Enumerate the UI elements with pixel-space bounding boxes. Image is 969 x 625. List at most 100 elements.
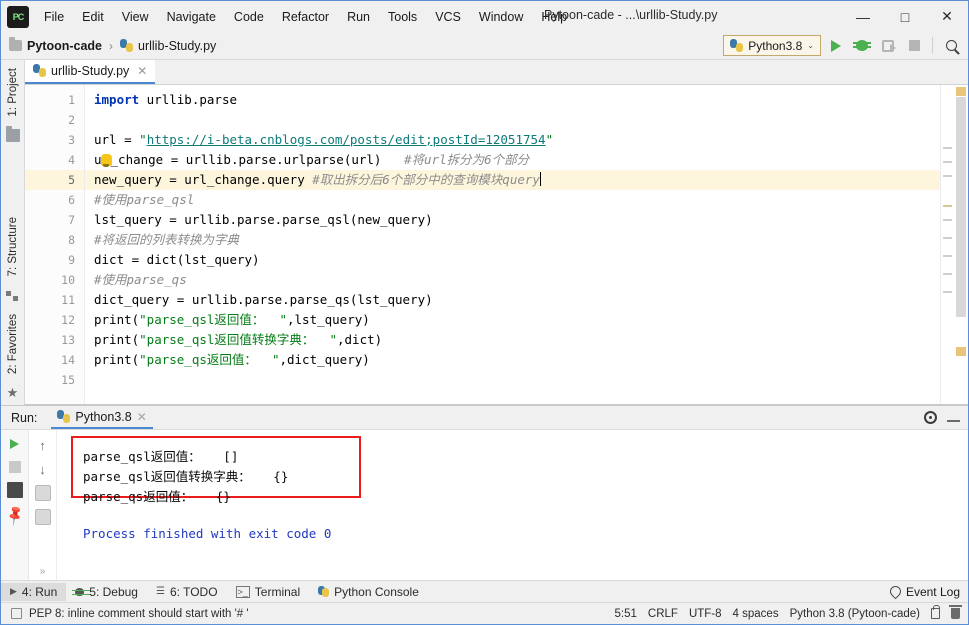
debug-button[interactable]	[851, 35, 873, 57]
soft-wrap-button[interactable]	[34, 485, 51, 501]
run-button[interactable]	[825, 35, 847, 57]
rerun-button[interactable]	[7, 436, 23, 452]
menu-tools[interactable]: Tools	[379, 6, 426, 28]
line-separator[interactable]: CRLF	[648, 608, 678, 620]
editor-scrollbar[interactable]	[954, 85, 968, 404]
sidebar-item-favorites[interactable]: 2: Favorites	[5, 310, 21, 378]
menu-run[interactable]: Run	[338, 6, 379, 28]
token-url-literal[interactable]: https://i-beta.cnblogs.com/posts/edit;po…	[147, 132, 546, 147]
intention-bulb-icon[interactable]	[100, 154, 112, 167]
sidebar-item-project[interactable]: 1: Project	[5, 64, 21, 121]
python-file-icon	[120, 39, 134, 52]
menu-window[interactable]: Window	[470, 6, 532, 28]
close-icon[interactable]: ✕	[137, 64, 147, 78]
scrollbar-warning-marker[interactable]	[956, 87, 966, 96]
editor-gutter[interactable]: 1 2 3 4 5 6 7 8 9 10 11 12 13 14 15	[25, 85, 85, 404]
token-comment: #取出拆分后6个部分中的查询模块query	[312, 172, 540, 187]
run-tool-window: Run: Python3.8 ✕ 📌 ↑ ↓ » parse_qsl返回值： […	[1, 405, 968, 580]
gear-icon[interactable]	[924, 411, 937, 424]
run-tab-python38[interactable]: Python3.8 ✕	[51, 406, 153, 429]
console-line-2: parse_qsl返回值转换字典： {}	[83, 469, 289, 484]
python-interpreter[interactable]: Python 3.8 (Pytoon-cade)	[790, 608, 920, 620]
main-body: 1: Project 7: Structure 2: Favorites ★ u…	[1, 60, 968, 405]
tool-window-python-console[interactable]: Python Console	[309, 583, 428, 601]
menu-file[interactable]: File	[35, 6, 73, 28]
sidebar-item-structure[interactable]: 7: Structure	[5, 213, 21, 280]
memory-indicator-icon[interactable]	[949, 605, 962, 619]
console-output[interactable]: parse_qsl返回值： [] parse_qsl返回值转换字典： {} pa…	[57, 430, 968, 580]
pycharm-logo-icon: PC	[7, 5, 29, 28]
run-with-coverage-icon	[882, 39, 896, 52]
indent-setting[interactable]: 4 spaces	[733, 608, 779, 620]
console-actions-toolbar: ↑ ↓ »	[29, 430, 57, 580]
token-assign: =	[124, 132, 140, 147]
menu-edit[interactable]: Edit	[73, 6, 113, 28]
tool-window-run-label: 4: Run	[21, 584, 58, 599]
main-toolbar: Python3.8 ⌄	[723, 35, 962, 57]
marker-stripe	[943, 219, 952, 221]
scroll-to-end-button[interactable]	[34, 509, 51, 525]
minimize-button[interactable]: —	[842, 1, 884, 32]
code-line-9: dict = dict(lst_query)	[85, 250, 940, 270]
search-everywhere-button[interactable]	[940, 35, 962, 57]
todo-icon: ☰	[155, 586, 165, 597]
file-encoding[interactable]: UTF-8	[689, 608, 722, 620]
caret-position[interactable]: 5:51	[615, 608, 637, 620]
close-icon[interactable]: ✕	[137, 410, 147, 424]
marker-stripe	[943, 237, 952, 239]
close-button[interactable]: ✕	[926, 1, 968, 32]
python-interpreter-icon	[730, 39, 744, 52]
tool-window-debug[interactable]: 5: Debug	[66, 583, 147, 601]
editor-marker-bar[interactable]	[940, 85, 954, 404]
window-title: Pytoon-cade - ...\urllib-Study.py	[544, 8, 718, 22]
line-number: 11	[61, 293, 75, 307]
code-line-11: dict_query = urllib.parse.parse_qs(lst_q…	[85, 290, 940, 310]
run-with-coverage-button[interactable]	[877, 35, 899, 57]
tool-window-todo[interactable]: ☰ 6: TODO	[147, 583, 227, 601]
token-string: "parse_qs返回值： "	[139, 352, 280, 367]
breadcrumb-file[interactable]: urllib-Study.py	[138, 39, 216, 53]
terminal-icon: >_	[235, 585, 250, 598]
window-controls: — □ ✕	[842, 1, 968, 32]
menu-refactor[interactable]: Refactor	[273, 6, 338, 28]
menu-code[interactable]: Code	[225, 6, 273, 28]
line-number: 9	[68, 253, 75, 267]
token-var-url: url	[94, 132, 125, 147]
maximize-button[interactable]: □	[884, 1, 926, 32]
scrollbar-warning-marker[interactable]	[956, 347, 966, 356]
tool-window-run[interactable]: ▶ 4: Run	[1, 582, 67, 601]
run-configuration-selector[interactable]: Python3.8 ⌄	[723, 35, 821, 56]
code-editor[interactable]: 1 2 3 4 5 6 7 8 9 10 11 12 13 14 15 impo…	[25, 85, 968, 405]
read-only-toggle-icon[interactable]	[931, 605, 940, 619]
marker-stripe	[943, 255, 952, 257]
menu-vcs[interactable]: VCS	[426, 6, 470, 28]
more-actions-button[interactable]: »	[35, 563, 51, 579]
code-content[interactable]: import urllib.parse url = "https://i-bet…	[85, 85, 940, 404]
run-tab-label: Python3.8	[75, 409, 132, 424]
code-line-12: print("parse_qsl返回值： ",lst_query)	[85, 310, 940, 330]
token-statement: dict_query = urllib.parse.parse_qs(lst_q…	[94, 292, 433, 307]
event-log-icon	[887, 583, 904, 600]
stop-button[interactable]	[8, 461, 21, 473]
marker-stripe	[943, 291, 952, 293]
code-line-8: #将返回的列表转换为字典	[85, 230, 940, 250]
editor-tab-urllib-study[interactable]: urllib-Study.py ✕	[25, 60, 156, 84]
token-statement: lst_query = urllib.parse.parse_qsl(new_q…	[94, 212, 433, 227]
event-log-button[interactable]: Event Log	[887, 583, 960, 600]
editor-column: urllib-Study.py ✕ 1 2 3 4 5 6 7 8 9 10 1…	[25, 60, 968, 405]
logo-text: PC	[12, 11, 24, 22]
menu-view[interactable]: View	[113, 6, 158, 28]
scrollbar-thumb[interactable]	[956, 97, 966, 317]
print-button[interactable]	[6, 482, 23, 498]
breadcrumb-project[interactable]: Pytoon-cade	[27, 39, 102, 53]
next-occurrence-button[interactable]: ↓	[35, 461, 51, 477]
code-line-3: url = "https://i-beta.cnblogs.com/posts/…	[85, 130, 940, 150]
pin-tab-button[interactable]: 📌	[2, 503, 25, 526]
menu-navigate[interactable]: Navigate	[158, 6, 225, 28]
tool-window-terminal[interactable]: >_ Terminal	[227, 583, 310, 601]
previous-occurrence-button[interactable]: ↑	[35, 437, 51, 453]
stop-button[interactable]	[903, 35, 925, 57]
inspection-icon	[11, 608, 22, 619]
hide-icon[interactable]	[947, 419, 960, 422]
